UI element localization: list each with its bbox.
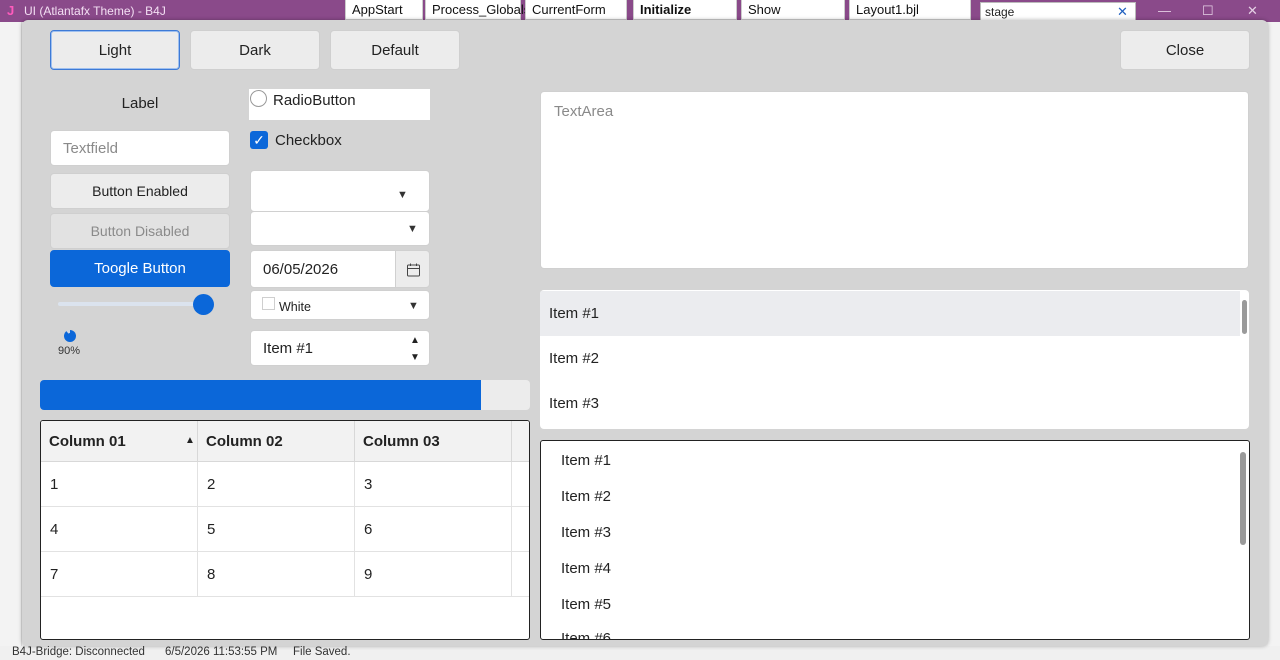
progress-indicator-label: 90%	[58, 345, 81, 357]
status-bridge: B4J-Bridge: Disconnected	[12, 646, 145, 658]
color-picker-label: White	[279, 300, 311, 314]
date-picker-button[interactable]	[395, 250, 430, 288]
textfield-input[interactable]: Textfield	[50, 130, 230, 166]
progress-indicator-core	[67, 333, 73, 339]
toggle-button[interactable]: Toogle Button	[50, 250, 230, 287]
ide-left-panel	[0, 22, 22, 648]
table-view[interactable]: Column 01 ▲ Column 02 Column 03 1 2 3 4 …	[40, 420, 530, 640]
calendar-icon	[407, 263, 420, 277]
search-clear-icon[interactable]: ✕	[1117, 4, 1128, 20]
ide-tab-initialize[interactable]: Initialize	[633, 0, 737, 20]
progress-bar-fill	[40, 380, 481, 410]
ide-right-panel	[1268, 22, 1280, 648]
spinner-value: Item #1	[263, 340, 314, 357]
list-item[interactable]: Item #3	[540, 381, 1240, 426]
list-view-2-scrollbar[interactable]	[1240, 452, 1246, 545]
ide-tab-layout1[interactable]: Layout1.bjl	[849, 0, 971, 20]
table-cell[interactable]: 9	[355, 552, 512, 597]
list-item[interactable]: Item #4	[561, 560, 611, 577]
column-header-filler	[512, 421, 529, 462]
close-window-icon[interactable]: ✕	[1247, 3, 1258, 19]
status-timestamp: 6/5/2026 11:53:55 PM	[165, 646, 278, 658]
table-cell-filler	[512, 552, 529, 597]
close-button[interactable]: Close	[1120, 30, 1250, 70]
radio-label[interactable]: RadioButton	[273, 92, 356, 109]
ide-logo-icon: J	[7, 3, 15, 18]
column-header-3[interactable]: Column 03	[355, 421, 512, 462]
list-item[interactable]: Item #2	[540, 336, 1240, 381]
column-header-2[interactable]: Column 02	[198, 421, 355, 462]
textarea[interactable]: TextArea	[540, 91, 1249, 269]
table-cell[interactable]: 3	[355, 462, 512, 507]
list-view-1-scrollbar[interactable]	[1242, 300, 1247, 334]
checkbox-label[interactable]: Checkbox	[275, 132, 342, 149]
table-cell[interactable]: 8	[198, 552, 355, 597]
column-header-1-label: Column 01	[49, 433, 126, 450]
ide-search-input[interactable]: stage	[980, 2, 1136, 21]
list-view-2[interactable]: Item #1 Item #2 Item #3 Item #4 Item #5 …	[540, 440, 1250, 640]
table-cell[interactable]: 1	[41, 462, 198, 507]
slider-thumb[interactable]	[193, 294, 214, 315]
color-swatch	[262, 297, 275, 310]
list-item[interactable]: Item #1	[561, 452, 611, 469]
ide-tab-show[interactable]: Show	[741, 0, 845, 20]
ide-tab-appstart[interactable]: AppStart	[345, 0, 423, 20]
default-theme-button[interactable]: Default	[330, 30, 460, 70]
date-picker-input[interactable]: 06/05/2026	[250, 250, 396, 288]
status-message: File Saved.	[293, 646, 351, 658]
minimize-icon[interactable]: —	[1158, 3, 1171, 18]
table-cell[interactable]: 5	[198, 507, 355, 552]
table-cell-filler	[512, 507, 529, 552]
combobox-2[interactable]	[250, 211, 430, 246]
button-enabled[interactable]: Button Enabled	[50, 173, 230, 209]
chevron-down-icon[interactable]: ▼	[408, 300, 419, 312]
list-item[interactable]: Item #1	[540, 291, 1240, 336]
table-cell-filler	[512, 462, 529, 507]
list-view-1[interactable]: Item #1 Item #2 Item #3	[540, 290, 1249, 429]
column-header-1[interactable]: Column 01 ▲	[41, 421, 198, 462]
checkbox-checked-icon[interactable]: ✓	[250, 131, 268, 149]
list-item[interactable]: Item #2	[561, 488, 611, 505]
maximize-icon[interactable]: ☐	[1202, 3, 1214, 19]
list-item[interactable]: Item #6	[561, 630, 611, 639]
ide-tab-currentform[interactable]: CurrentForm	[525, 0, 627, 20]
list-item[interactable]: Item #5	[561, 596, 611, 613]
ide-tab-process-globals[interactable]: Process_Globals	[425, 0, 530, 20]
sort-ascending-icon: ▲	[185, 435, 195, 446]
light-theme-button[interactable]: Light	[50, 30, 180, 70]
table-cell[interactable]: 6	[355, 507, 512, 552]
radio-circle-icon[interactable]	[250, 90, 267, 107]
slider-track[interactable]	[58, 302, 206, 306]
chevron-down-icon[interactable]: ▼	[407, 223, 418, 235]
table-cell[interactable]: 4	[41, 507, 198, 552]
chevron-down-icon[interactable]: ▼	[397, 189, 408, 201]
list-item[interactable]: Item #3	[561, 524, 611, 541]
spinner-up-icon[interactable]: ▲	[410, 335, 420, 346]
button-disabled: Button Disabled	[50, 213, 230, 249]
ide-title: UI (Atlantafx Theme) - B4J	[24, 4, 166, 18]
table-cell[interactable]: 7	[41, 552, 198, 597]
color-picker[interactable]	[250, 290, 430, 320]
dark-theme-button[interactable]: Dark	[190, 30, 320, 70]
table-cell[interactable]: 2	[198, 462, 355, 507]
spinner-down-icon[interactable]: ▼	[410, 352, 420, 363]
label-control: Label	[121, 95, 159, 112]
ide-statusbar: B4J-Bridge: Disconnected 6/5/2026 11:53:…	[0, 646, 1280, 660]
